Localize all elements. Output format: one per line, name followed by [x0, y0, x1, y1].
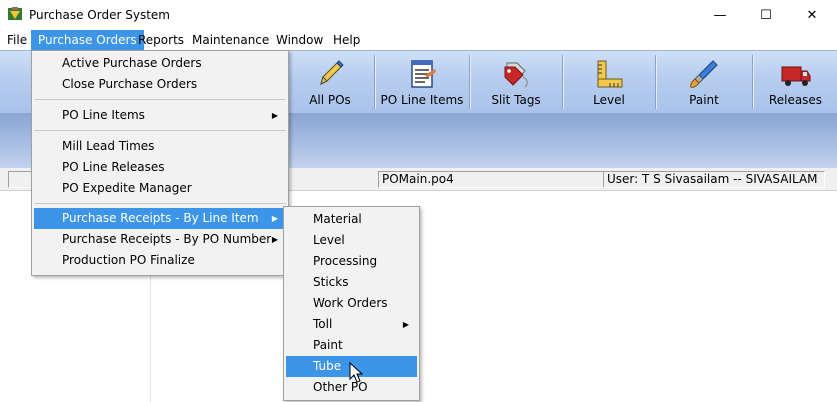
po-line-items-label: PO Line Items — [380, 93, 464, 107]
menu-window[interactable]: Window — [269, 30, 330, 50]
menu-item-production-po-finalize[interactable]: Production PO Finalize — [34, 250, 286, 271]
level-label: Level — [593, 93, 625, 107]
maximize-button[interactable]: ☐ — [743, 0, 789, 30]
title-bar: Purchase Order System — ☐ ✕ — [0, 0, 837, 30]
menu-item-po-expedite-manager[interactable]: PO Expedite Manager — [34, 178, 286, 199]
menu-bar: File Purchase Orders Reports Maintenance… — [0, 30, 837, 50]
window-title: Purchase Order System — [29, 8, 170, 22]
submenu-arrow-icon: ▶ — [271, 235, 278, 244]
all-pos-button[interactable]: All POs — [288, 51, 372, 113]
slit-tags-label: Slit Tags — [491, 93, 541, 107]
submenu-arrow-icon: ▶ — [271, 111, 278, 120]
paintbrush-icon — [690, 60, 718, 88]
submenu-item-processing[interactable]: Processing — [286, 251, 417, 272]
paint-button[interactable]: Paint — [657, 51, 751, 113]
menu-item-po-line-releases[interactable]: PO Line Releases — [34, 157, 286, 178]
tags-icon — [504, 62, 528, 88]
purchase-orders-menu: Active Purchase Orders Close Purchase Or… — [31, 50, 289, 276]
slit-tags-button[interactable]: Slit Tags — [471, 51, 561, 113]
app-icon — [8, 7, 22, 20]
po-line-items-button[interactable]: PO Line Items — [376, 51, 468, 113]
close-button[interactable]: ✕ — [789, 0, 835, 30]
menu-maintenance[interactable]: Maintenance — [185, 30, 276, 50]
menu-file[interactable]: File — [0, 30, 34, 50]
maximize-icon: ☐ — [760, 7, 772, 23]
minimize-button[interactable]: — — [697, 0, 743, 30]
close-icon: ✕ — [806, 7, 818, 23]
status-user: User: T S Sivasailam -- SIVASAILAM — [603, 171, 825, 188]
status-form-name: POMain.po4 — [378, 171, 604, 188]
submenu-item-toll[interactable]: Toll ▶ — [286, 314, 417, 335]
menu-item-receipts-by-po-number[interactable]: Purchase Receipts - By PO Number ▶ — [34, 229, 286, 250]
notepad-icon — [411, 60, 436, 88]
submenu-item-paint[interactable]: Paint — [286, 335, 417, 356]
menu-purchase-orders[interactable]: Purchase Orders — [31, 30, 144, 50]
all-pos-label: All POs — [309, 93, 351, 107]
menu-help[interactable]: Help — [326, 30, 367, 50]
menu-item-mill-lead-times[interactable]: Mill Lead Times — [34, 136, 286, 157]
pencil-icon — [320, 60, 344, 85]
minimize-icon: — — [713, 7, 727, 23]
paint-label: Paint — [689, 93, 719, 107]
menu-separator — [34, 203, 286, 204]
menu-separator — [34, 130, 286, 131]
releases-button[interactable]: Releases — [754, 51, 837, 113]
level-button[interactable]: Level — [564, 51, 654, 113]
menu-reports[interactable]: Reports — [131, 30, 191, 50]
submenu-item-material[interactable]: Material — [286, 209, 417, 230]
ruler-icon — [597, 60, 623, 88]
submenu-arrow-icon: ▶ — [402, 320, 409, 329]
submenu-item-work-orders[interactable]: Work Orders — [286, 293, 417, 314]
truck-icon — [781, 66, 810, 86]
menu-item-receipts-by-line-item[interactable]: Purchase Receipts - By Line Item ▶ — [34, 208, 286, 229]
menu-item-po-line-items[interactable]: PO Line Items ▶ — [34, 105, 286, 126]
mouse-cursor-icon — [349, 362, 364, 383]
submenu-item-sticks[interactable]: Sticks — [286, 272, 417, 293]
submenu-item-level[interactable]: Level — [286, 230, 417, 251]
submenu-arrow-icon: ▶ — [271, 214, 278, 223]
menu-item-active-purchase-orders[interactable]: Active Purchase Orders — [34, 53, 286, 74]
menu-item-close-purchase-orders[interactable]: Close Purchase Orders — [34, 74, 286, 95]
releases-label: Releases — [768, 93, 823, 107]
menu-separator — [34, 99, 286, 100]
